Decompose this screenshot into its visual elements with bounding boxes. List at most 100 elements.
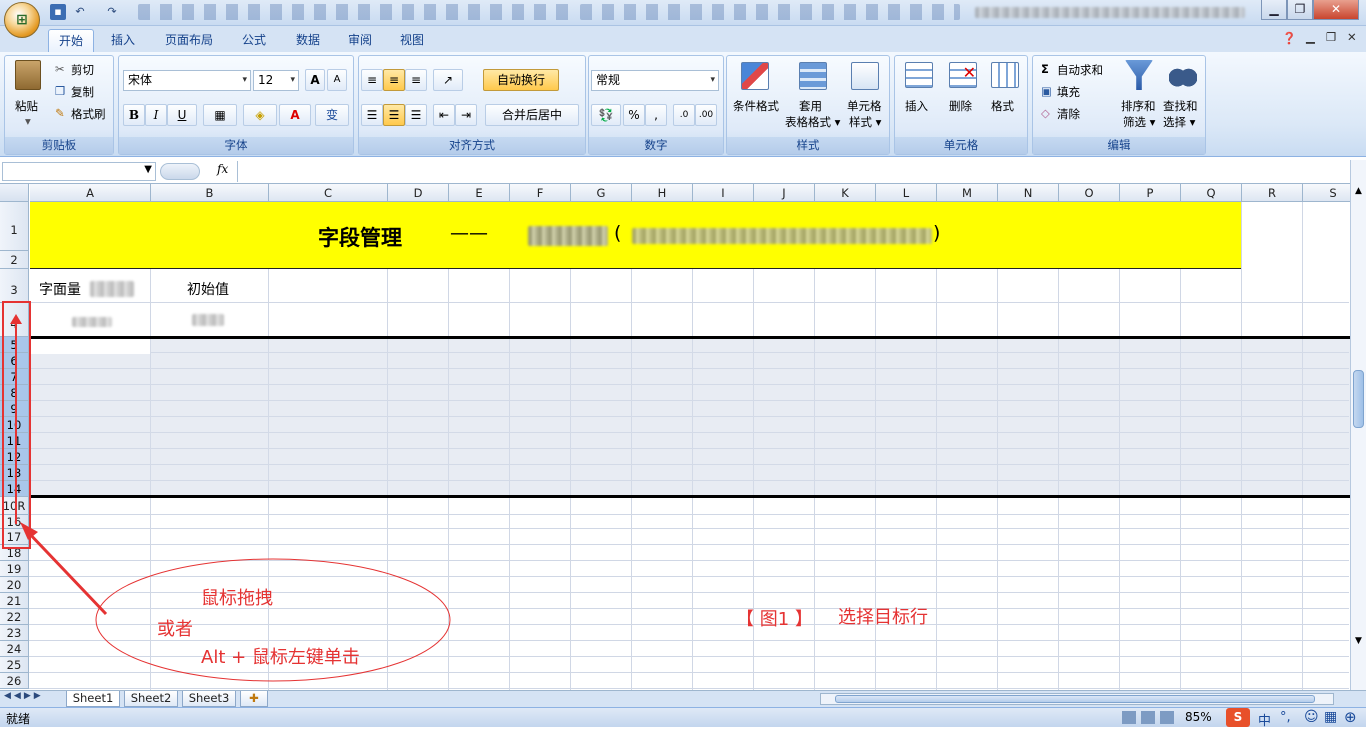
align-center-button[interactable]: ☰ xyxy=(383,104,405,126)
format-cells-icon[interactable] xyxy=(991,62,1019,88)
cell-styles-icon[interactable] xyxy=(851,62,879,90)
ribbon-restore-icon[interactable]: ❐ xyxy=(1326,30,1336,44)
align-right-button[interactable]: ☰ xyxy=(405,104,427,126)
delete-cells-button[interactable]: 删除 xyxy=(949,98,972,114)
bold-button[interactable]: B xyxy=(123,104,145,126)
conditional-format-button[interactable]: 条件格式 xyxy=(733,98,779,114)
quick-access-toolbar-icons[interactable] xyxy=(138,4,578,20)
cut-icon[interactable]: ✂ xyxy=(55,62,65,76)
find-select-icon[interactable] xyxy=(1169,62,1197,88)
settings-icon[interactable]: ⊕ xyxy=(1344,708,1357,726)
help-icon[interactable]: ❓ xyxy=(1282,31,1296,45)
paste-icon[interactable] xyxy=(15,60,41,90)
sort-filter-label-1[interactable]: 排序和 xyxy=(1121,98,1156,114)
shrink-font-button[interactable]: A xyxy=(327,69,347,91)
font-name-combo[interactable]: 宋体 xyxy=(123,70,251,91)
copy-icon[interactable]: ❐ xyxy=(55,84,65,98)
find-select-label-2[interactable]: 选择 ▾ xyxy=(1163,114,1195,130)
undo-icon[interactable]: ↶ xyxy=(72,4,88,20)
insert-sheet-icon[interactable]: ✚ xyxy=(240,691,268,707)
office-button[interactable]: ⊞ xyxy=(4,2,40,38)
border-button[interactable]: ▦ xyxy=(203,104,237,126)
redo-icon[interactable]: ↷ xyxy=(104,4,120,20)
insert-cells-icon[interactable] xyxy=(905,62,933,88)
orientation-button[interactable]: ↗ xyxy=(433,69,463,91)
emoji-icon[interactable]: ☺ xyxy=(1304,709,1319,725)
clear-icon[interactable]: ◇ xyxy=(1041,106,1050,120)
font-size-combo[interactable]: 12 xyxy=(253,70,299,91)
insert-cells-button[interactable]: 插入 xyxy=(905,98,928,114)
sheet-tab-2[interactable]: Sheet2 xyxy=(124,691,178,707)
font-color-button[interactable]: A xyxy=(279,104,311,126)
delete-cells-icon[interactable]: ✕ xyxy=(949,62,977,88)
tab-insert[interactable]: 插入 xyxy=(100,29,146,52)
format-as-table-icon[interactable] xyxy=(799,62,827,90)
quick-access-toolbar-icons-2[interactable] xyxy=(580,4,960,20)
view-buttons[interactable] xyxy=(1122,711,1178,724)
cell-styles-label-2[interactable]: 样式 ▾ xyxy=(849,114,881,130)
wrap-text-button[interactable]: 自动换行 xyxy=(483,69,559,91)
ribbon-close-icon[interactable]: ✕ xyxy=(1347,30,1357,44)
align-top-button[interactable]: ≡ xyxy=(361,69,383,91)
fill-button[interactable]: 填充 xyxy=(1057,84,1080,100)
increase-indent-button[interactable]: ⇥ xyxy=(455,104,477,126)
format-painter-button[interactable]: 格式刷 xyxy=(71,106,106,122)
decrease-indent-button[interactable]: ⇤ xyxy=(433,104,455,126)
format-as-table-label-2[interactable]: 表格格式 ▾ xyxy=(785,114,840,130)
minimize-button[interactable]: ▁ xyxy=(1261,0,1287,20)
number-format-combo[interactable]: 常规 xyxy=(591,70,719,91)
ribbon-minimize-icon[interactable]: ▁ xyxy=(1306,30,1315,44)
tab-home[interactable]: 开始 xyxy=(48,29,94,52)
align-bottom-button[interactable]: ≡ xyxy=(405,69,427,91)
conditional-format-icon[interactable] xyxy=(741,62,769,90)
merge-center-button[interactable]: 合并后居中 xyxy=(485,104,579,126)
decrease-decimal-button[interactable]: .00 xyxy=(695,104,717,126)
align-middle-button[interactable]: ≡ xyxy=(383,69,405,91)
sort-filter-icon[interactable] xyxy=(1125,60,1153,90)
clear-button[interactable]: 清除 xyxy=(1057,106,1080,122)
sheet-tab-3[interactable]: Sheet3 xyxy=(182,691,236,707)
name-box-dropdown-icon[interactable]: ▼ xyxy=(144,164,152,175)
formula-bar-resize-handle[interactable] xyxy=(160,163,200,180)
paste-dropdown-icon[interactable]: ▾ xyxy=(25,114,31,128)
vertical-scrollbar[interactable]: ▲ ▼ xyxy=(1350,160,1366,690)
scroll-up-icon[interactable]: ▲ xyxy=(1352,186,1365,198)
name-box[interactable]: ▼ xyxy=(2,162,156,181)
ime-mode[interactable]: 中 xyxy=(1258,710,1271,729)
autosum-button[interactable]: 自动求和 xyxy=(1057,62,1103,78)
worksheet-grid[interactable]: ABCDEFGHIJKLMNOPQRS 12345678910111213141… xyxy=(0,184,1350,690)
horizontal-scroll-thumb[interactable] xyxy=(835,695,1315,703)
cut-button[interactable]: 剪切 xyxy=(71,62,94,78)
tab-data[interactable]: 数据 xyxy=(286,29,330,52)
scroll-down-icon[interactable]: ▼ xyxy=(1352,636,1365,648)
formula-input[interactable] xyxy=(237,161,1348,182)
grow-font-button[interactable]: A xyxy=(305,69,325,91)
accounting-button[interactable]: 💱 xyxy=(591,104,621,126)
sheet-nav-icons[interactable]: ◀◀▶▶ xyxy=(4,691,44,701)
format-as-table-label-1[interactable]: 套用 xyxy=(799,98,822,114)
fill-color-button[interactable]: ◈ xyxy=(243,104,277,126)
underline-button[interactable]: U xyxy=(167,104,197,126)
paste-button[interactable]: 粘贴 xyxy=(15,98,38,114)
italic-button[interactable]: I xyxy=(145,104,167,126)
comma-button[interactable]: , xyxy=(645,104,667,126)
phonetic-button[interactable]: 变 xyxy=(315,104,349,126)
tab-view[interactable]: 视图 xyxy=(390,29,434,52)
align-left-button[interactable]: ☰ xyxy=(361,104,383,126)
close-button[interactable]: ✕ xyxy=(1313,0,1359,20)
percent-button[interactable]: % xyxy=(623,104,645,126)
fill-icon[interactable]: ▣ xyxy=(1041,84,1052,98)
tab-review[interactable]: 审阅 xyxy=(338,29,382,52)
scroll-thumb[interactable] xyxy=(1353,370,1364,428)
copy-button[interactable]: 复制 xyxy=(71,84,94,100)
tab-page-layout[interactable]: 页面布局 xyxy=(156,29,222,52)
sheet-tab-1[interactable]: Sheet1 xyxy=(66,691,120,707)
ime-punct[interactable]: °, xyxy=(1280,710,1291,725)
format-painter-icon[interactable]: ✎ xyxy=(55,106,65,120)
keyboard-icon[interactable]: ▦ xyxy=(1324,709,1337,725)
save-icon[interactable]: ▪ xyxy=(50,4,66,20)
horizontal-scrollbar[interactable] xyxy=(820,693,1334,705)
sigma-icon[interactable]: Σ xyxy=(1041,62,1049,76)
maximize-button[interactable]: ❐ xyxy=(1287,0,1313,20)
zoom-level[interactable]: 85% xyxy=(1185,710,1212,724)
